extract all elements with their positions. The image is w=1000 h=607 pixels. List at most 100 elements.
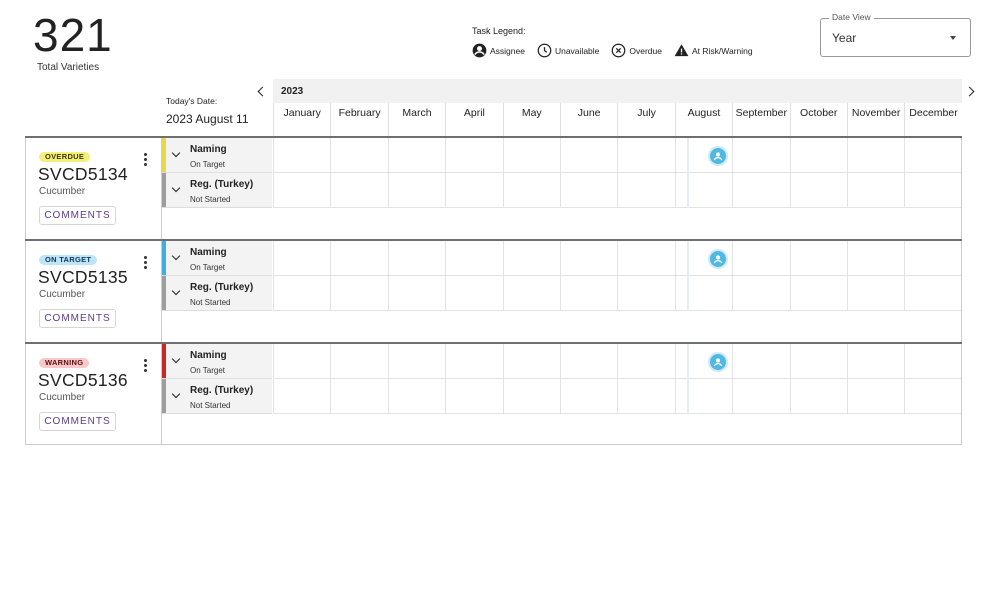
timeline-cell: [273, 379, 330, 413]
task-status: On Target: [190, 160, 225, 169]
timeline-cell: [559, 379, 617, 413]
task-row-naming[interactable]: Naming On Target: [162, 241, 272, 276]
timeline-cell: [387, 344, 445, 378]
month-header: June: [559, 103, 617, 137]
chevron-down-icon[interactable]: [171, 183, 181, 193]
timeline-cell: [904, 173, 961, 207]
month-header: May: [502, 103, 560, 137]
date-view-select[interactable]: Date View Year: [820, 12, 971, 57]
chevron-down-icon[interactable]: [171, 389, 181, 399]
timeline-cell: [789, 344, 847, 378]
variety-row: WARNING SVCD5136 Cucumber COMMENTS Namin…: [25, 344, 962, 445]
timeline-cell: [445, 173, 502, 207]
timeline-cell: [846, 241, 904, 275]
timeline-cell: [846, 173, 904, 207]
chevron-down-icon[interactable]: [171, 251, 181, 261]
timeline-cell: [502, 241, 560, 275]
assignee-icon[interactable]: [710, 354, 726, 370]
date-view-label: Date View: [829, 12, 874, 22]
month-header: July: [617, 103, 674, 137]
timeline-cell: [732, 276, 789, 310]
task-status: On Target: [190, 366, 225, 375]
timeline-cell: [904, 276, 961, 310]
table-border: [961, 138, 962, 242]
timeline-year-band: [273, 79, 962, 103]
timeline-cell: [846, 379, 904, 413]
month-header: March: [387, 103, 445, 137]
task-name: Reg. (Turkey): [190, 385, 254, 396]
timeline-cell: [674, 173, 732, 207]
task-status-bar: [162, 379, 166, 413]
timeline-cell: [789, 379, 847, 413]
task-status-bar: [162, 138, 166, 172]
chevron-down-icon[interactable]: [171, 354, 181, 364]
chevron-down-icon[interactable]: [171, 286, 181, 296]
timeline-grid-row: [273, 173, 962, 208]
timeline-cell: [387, 241, 445, 275]
timeline-cell: [445, 344, 502, 378]
comments-button[interactable]: COMMENTS: [39, 309, 116, 328]
timeline-cell: [732, 344, 789, 378]
more-vert-icon[interactable]: [144, 359, 148, 373]
variety-code: SVCD5134: [38, 164, 128, 184]
variety-crop: Cucumber: [39, 186, 86, 197]
timeline-cell: [617, 276, 674, 310]
variety-row: ON TARGET SVCD5135 Cucumber COMMENTS Nam…: [25, 241, 962, 345]
timeline-cell: [330, 241, 387, 275]
total-varieties-label: Total Varieties: [37, 62, 100, 73]
x-circle-icon: [612, 43, 626, 58]
timeline-months: January February March April May June Ju…: [273, 103, 962, 137]
timeline-cell: [904, 138, 961, 172]
timeline-cell: [387, 379, 445, 413]
variety-info: ON TARGET SVCD5135 Cucumber COMMENTS: [25, 241, 162, 345]
timeline-cell: [617, 241, 674, 275]
timeline-cell: [387, 276, 445, 310]
timeline-cell: [502, 276, 560, 310]
clock-icon: [537, 43, 552, 58]
status-badge: ON TARGET: [39, 255, 98, 265]
timeline-cell: [732, 379, 789, 413]
chevron-right-icon[interactable]: [964, 86, 975, 97]
timeline-cell: [846, 138, 904, 172]
variety-info: OVERDUE SVCD5134 Cucumber COMMENTS: [25, 138, 162, 242]
timeline-cell: [674, 276, 732, 310]
timeline-cell: [273, 276, 330, 310]
task-row-naming[interactable]: Naming On Target: [162, 138, 272, 173]
task-row-naming[interactable]: Naming On Target: [162, 344, 272, 379]
task-status: On Target: [190, 263, 225, 272]
assignee-icon[interactable]: [710, 148, 726, 164]
more-vert-icon[interactable]: [144, 153, 148, 167]
variety-row: OVERDUE SVCD5134 Cucumber COMMENTS Namin…: [25, 138, 962, 242]
timeline-grid-row: [273, 344, 962, 379]
more-vert-icon[interactable]: [144, 256, 148, 270]
timeline-cell: [617, 138, 674, 172]
timeline-cell: [273, 241, 330, 275]
comments-button[interactable]: COMMENTS: [39, 412, 116, 431]
assignee-icon[interactable]: [710, 251, 726, 267]
timeline-cell: [502, 379, 560, 413]
task-status: Not Started: [190, 298, 231, 307]
legend-item-unavailable: Unavailable: [537, 43, 599, 58]
task-status-bar: [162, 344, 166, 378]
timeline-cell: [273, 138, 330, 172]
chevron-left-icon[interactable]: [257, 86, 268, 97]
month-header: January: [273, 103, 330, 137]
timeline-cell: [502, 138, 560, 172]
legend-label-unavailable: Unavailable: [554, 45, 600, 56]
variety-crop: Cucumber: [39, 392, 86, 403]
timeline-cell: [732, 241, 789, 275]
task-row-registration[interactable]: Reg. (Turkey) Not Started: [162, 276, 272, 311]
timeline-cell: [732, 138, 789, 172]
chevron-down-icon[interactable]: [171, 148, 181, 158]
timeline-cell: [846, 344, 904, 378]
comments-button[interactable]: COMMENTS: [39, 206, 116, 225]
timeline-cell: [330, 138, 387, 172]
today-marker-line: [687, 241, 689, 311]
task-name: Naming: [190, 144, 227, 155]
timeline-cell: [617, 344, 674, 378]
today-marker-line: [687, 344, 689, 414]
month-header: October: [789, 103, 847, 137]
task-row-registration[interactable]: Reg. (Turkey) Not Started: [162, 173, 272, 208]
task-row-registration[interactable]: Reg. (Turkey) Not Started: [162, 379, 272, 414]
timeline-cell: [330, 276, 387, 310]
